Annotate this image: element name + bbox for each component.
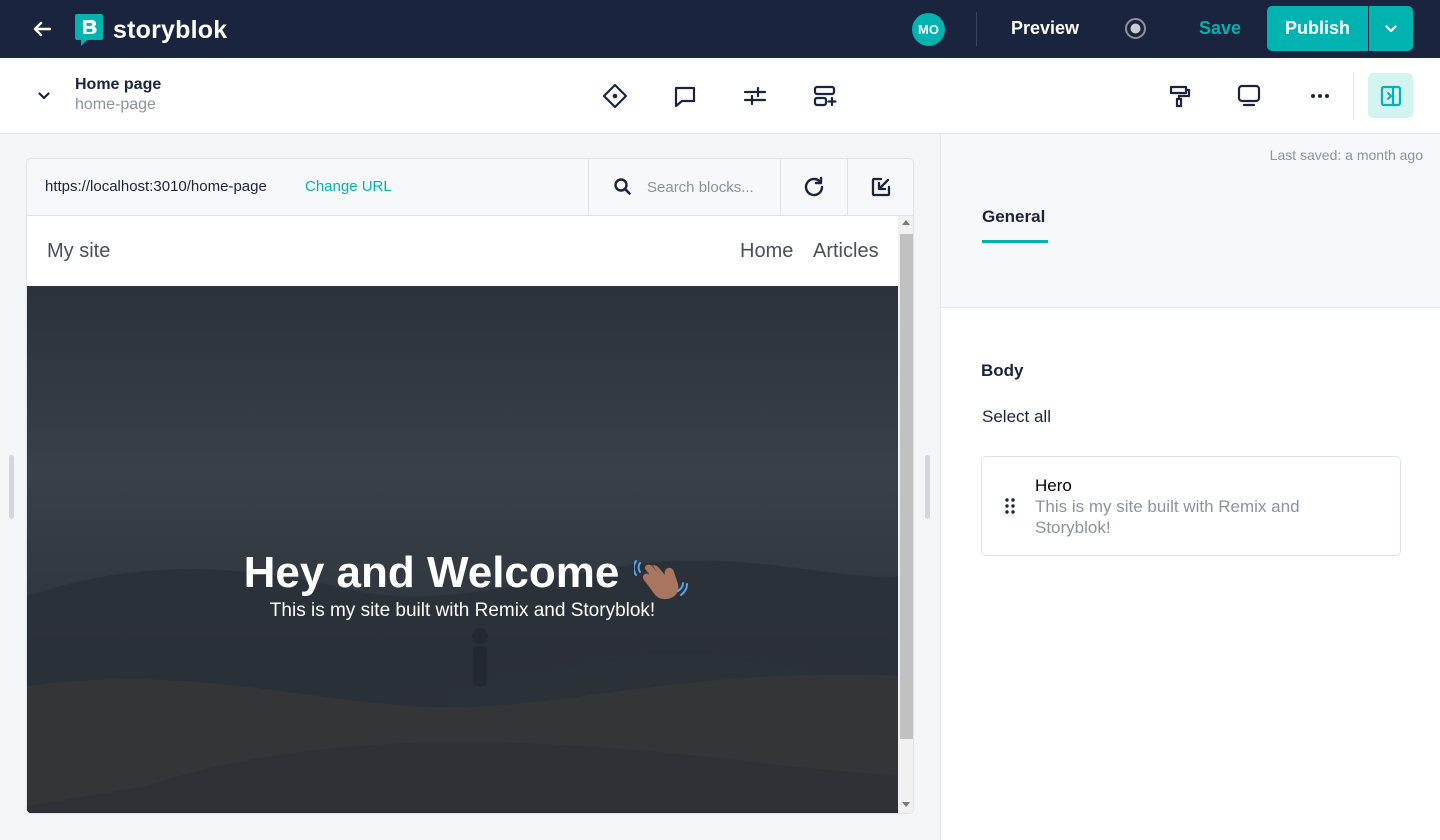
waving-hand-icon [634, 560, 688, 600]
save-button[interactable]: Save [1199, 18, 1241, 39]
reload-icon[interactable] [780, 159, 847, 215]
back-arrow-icon[interactable] [30, 17, 54, 41]
block-name: Hero [1035, 476, 1072, 495]
block-item-hero[interactable]: Hero This is my site built with Remix an… [981, 456, 1401, 556]
scroll-up-arrow-icon[interactable] [902, 220, 910, 225]
drag-handle-icon[interactable] [1004, 497, 1016, 515]
device-preview-icon[interactable] [1231, 78, 1267, 114]
divider [1353, 72, 1354, 120]
nav-link-home[interactable]: Home [740, 240, 793, 263]
publish-button[interactable]: Publish [1267, 6, 1368, 51]
select-all-link[interactable]: Select all [982, 407, 1051, 427]
preview-scrollbar[interactable] [898, 216, 913, 813]
preview-url-bar: https://localhost:3010/home-page Change … [27, 159, 913, 216]
panel-resize-handle[interactable] [925, 455, 930, 519]
story-toolbar: Home page home-page [0, 58, 1440, 134]
site-preview: My site Home Articles Hey and Welcome Th… [27, 216, 898, 813]
publish-options-chevron-icon[interactable] [1369, 6, 1413, 51]
change-url-link[interactable]: Change URL [305, 178, 392, 195]
block-search [588, 159, 780, 215]
settings-sliders-icon[interactable] [737, 78, 773, 114]
toggle-sidebar-icon[interactable] [1368, 73, 1413, 118]
visual-preview-frame: https://localhost:3010/home-page Change … [26, 158, 914, 814]
comments-icon[interactable] [667, 78, 703, 114]
content-editor-panel: Last saved: a month ago General Body Sel… [940, 134, 1440, 840]
storyblok-logo-icon [75, 14, 103, 46]
storyblok-logo[interactable]: storyblok [75, 14, 227, 46]
site-name[interactable]: My site [47, 240, 110, 263]
logo-text: storyblok [113, 15, 228, 44]
scroll-thumb[interactable] [900, 234, 913, 739]
top-bar: storyblok MO Preview Save Publish [0, 0, 1440, 58]
preview-button[interactable]: Preview [1011, 18, 1079, 39]
search-blocks-input[interactable] [647, 176, 771, 198]
block-description: This is my site built with Remix and Sto… [1035, 497, 1300, 537]
divider [976, 12, 977, 46]
nav-link-articles[interactable]: Articles [813, 240, 879, 263]
chevron-down-icon[interactable] [32, 84, 56, 108]
left-resize-handle[interactable] [9, 455, 14, 519]
last-saved-status: Last saved: a month ago [1269, 147, 1423, 163]
add-block-icon[interactable] [807, 78, 843, 114]
preview-radio-icon[interactable] [1124, 17, 1147, 40]
more-icon[interactable] [1302, 78, 1338, 114]
site-navbar: My site Home Articles [27, 216, 898, 286]
active-tab-indicator [982, 240, 1048, 243]
hero-block[interactable]: Hey and Welcome This is my site built wi… [27, 286, 898, 813]
preview-url: https://localhost:3010/home-page [45, 178, 267, 195]
hero-subtitle: This is my site built with Remix and Sto… [269, 600, 656, 621]
field-label-body: Body [981, 361, 1024, 380]
exit-preview-icon[interactable] [847, 159, 913, 215]
search-icon [614, 178, 631, 195]
tab-general[interactable]: General [982, 207, 1045, 227]
history-icon[interactable] [597, 78, 633, 114]
panel-header: Last saved: a month ago General [941, 134, 1440, 308]
scroll-down-arrow-icon[interactable] [902, 802, 910, 807]
story-slug: home-page [75, 96, 156, 113]
user-avatar[interactable]: MO [912, 13, 945, 46]
hero-title: Hey and Welcome [243, 548, 620, 597]
story-title: Home page [75, 76, 162, 93]
format-paint-icon[interactable] [1162, 78, 1198, 114]
